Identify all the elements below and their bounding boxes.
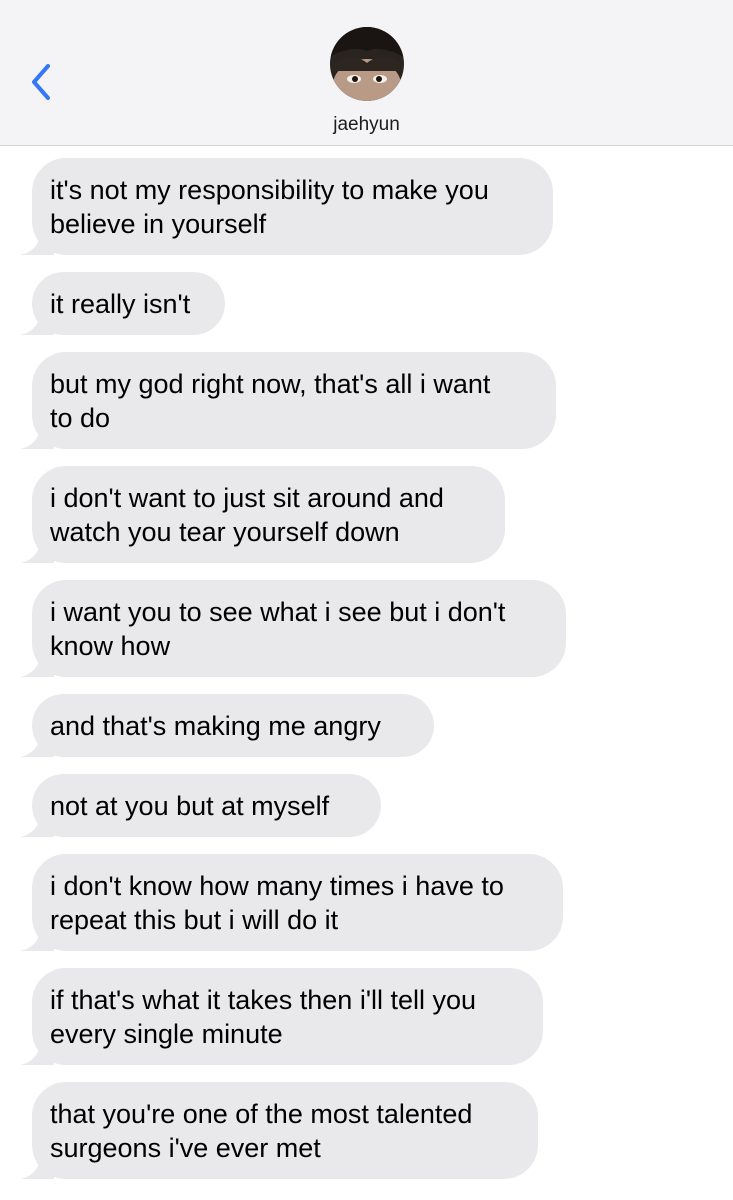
message-text: i don't want to just sit around and watc… bbox=[50, 482, 444, 547]
contact-name[interactable]: jaehyun bbox=[0, 114, 733, 136]
message-bubble[interactable]: i don't want to just sit around and watc… bbox=[20, 466, 505, 563]
bubble-tail-icon bbox=[20, 651, 54, 677]
message-bubble[interactable]: but my god right now, that's all i want … bbox=[20, 352, 556, 449]
message-bubble[interactable]: it really isn't bbox=[20, 272, 225, 335]
message-bubble[interactable]: that you're one of the most talented sur… bbox=[20, 1082, 538, 1179]
conversation-header: jaehyun bbox=[0, 0, 733, 146]
message-bubble[interactable]: not at you but at myself bbox=[20, 774, 381, 837]
message-bubble[interactable]: and that's making me angry bbox=[20, 694, 434, 757]
message-text: it's not my responsibility to make you b… bbox=[50, 174, 489, 239]
bubble-tail-icon bbox=[20, 1039, 54, 1065]
bubble-tail-icon bbox=[20, 309, 54, 335]
message-bubble[interactable]: if that's what it takes then i'll tell y… bbox=[20, 968, 543, 1065]
back-button[interactable] bbox=[24, 60, 64, 104]
avatar-photo bbox=[330, 27, 404, 101]
message-text: i don't know how many times i have to re… bbox=[50, 870, 504, 935]
message-text: if that's what it takes then i'll tell y… bbox=[50, 984, 477, 1049]
bubble-tail-icon bbox=[20, 229, 54, 255]
contact-avatar[interactable] bbox=[330, 27, 404, 101]
bubble-tail-icon bbox=[20, 537, 54, 563]
message-text: not at you but at myself bbox=[50, 790, 330, 821]
bubble-tail-icon bbox=[20, 1153, 54, 1179]
bubble-tail-icon bbox=[20, 731, 54, 757]
message-bubble[interactable]: i don't know how many times i have to re… bbox=[20, 854, 563, 951]
message-text: it really isn't bbox=[50, 288, 191, 319]
chevron-left-icon bbox=[32, 64, 50, 100]
message-thread[interactable]: it's not my responsibility to make you b… bbox=[0, 146, 733, 1200]
message-text: that you're one of the most talented sur… bbox=[50, 1098, 473, 1163]
message-bubble[interactable]: i want you to see what i see but i don't… bbox=[20, 580, 566, 677]
message-text: and that's making me angry bbox=[50, 710, 381, 741]
message-bubble[interactable]: it's not my responsibility to make you b… bbox=[20, 158, 553, 255]
bubble-tail-icon bbox=[20, 811, 54, 837]
bubble-tail-icon bbox=[20, 423, 54, 449]
bubble-tail-icon bbox=[20, 925, 54, 951]
message-text: but my god right now, that's all i want … bbox=[50, 368, 491, 433]
message-text: i want you to see what i see but i don't… bbox=[50, 596, 506, 661]
